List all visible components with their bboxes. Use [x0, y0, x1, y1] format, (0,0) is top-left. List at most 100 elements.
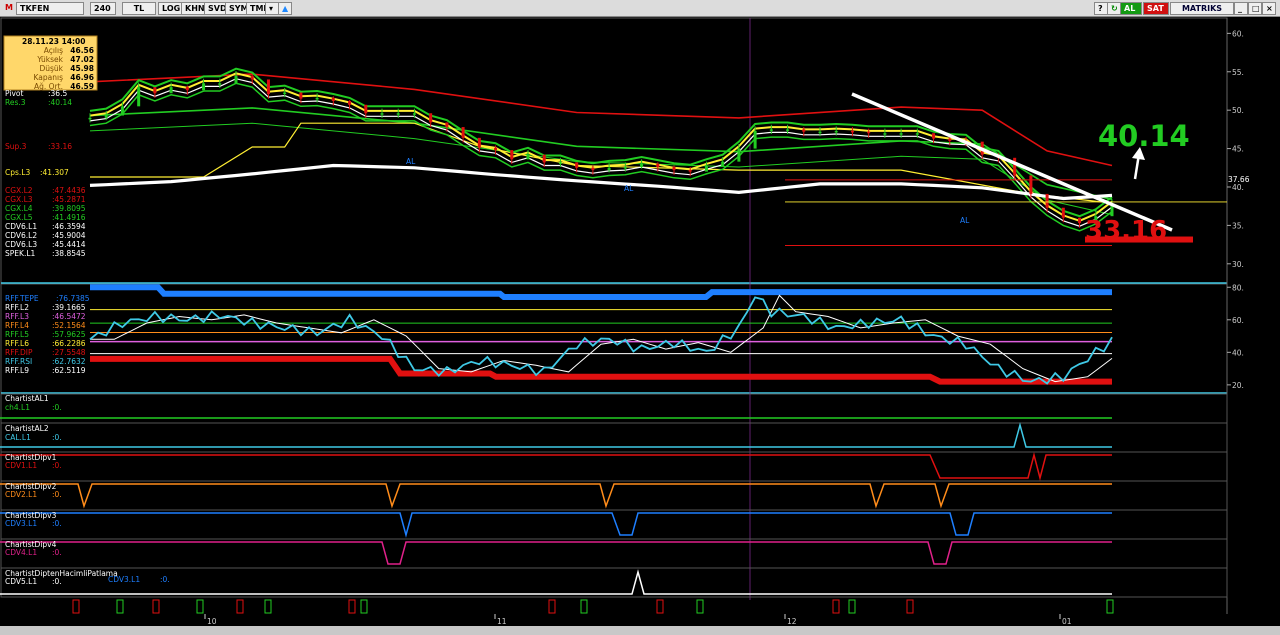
info-date: 28.11.23 14:00 — [22, 37, 86, 46]
candle-body — [315, 97, 319, 100]
rff-l5-value: :57.9625 — [52, 330, 86, 339]
sub7-extra-value: :0. — [160, 575, 170, 584]
rff-l4-label: RFF.L4 — [5, 321, 29, 330]
price-tick-label-5: 35. — [1232, 221, 1244, 230]
candle-body — [266, 79, 270, 95]
candle-body — [915, 133, 919, 135]
rff-legend: RFF.TEPE :76.7385 RFF.L2 :39.1665 RFF.L3… — [5, 294, 90, 375]
candle-body — [120, 106, 124, 116]
app-logo: M — [5, 3, 13, 12]
sub2-line-plot — [0, 422, 1112, 448]
x-tick-label-2: 12 — [787, 617, 797, 626]
candle-body — [494, 147, 498, 151]
rff-rsi-label: RFF.RSI — [5, 357, 32, 366]
rff-layer — [89, 284, 1113, 385]
legend-cdv6l1-value: :46.3594 — [52, 222, 86, 231]
candle-body — [1029, 175, 1033, 194]
x-tick-label-0: 10 — [207, 617, 217, 626]
price-tick-label-6: 30. — [1232, 260, 1244, 269]
sub3-line: CDV1.L1 — [5, 461, 37, 470]
legend-res3-label: Res.3 — [5, 98, 26, 107]
candle-body — [412, 113, 416, 115]
rff-tick-label-0: 80. — [1232, 283, 1244, 292]
minimize-icon[interactable]: _ — [1234, 2, 1248, 15]
candle-body — [477, 137, 481, 148]
buy-button[interactable]: AL — [1120, 2, 1142, 15]
candle-body — [526, 154, 530, 160]
legend-cgx2-value: :47.4436 — [52, 186, 86, 195]
candle-body — [202, 83, 206, 91]
sub5-line-plot — [0, 512, 1112, 538]
rff-tepe-label: RFF.TEPE — [5, 294, 39, 303]
price-tick-label-2: 50. — [1232, 106, 1244, 115]
candle-body — [656, 163, 660, 168]
sub5-value: :0. — [52, 519, 62, 528]
sub3-value: :0. — [52, 461, 62, 470]
legend-cgx3-value: :45.2871 — [52, 195, 86, 204]
legend-pivot-label: Pivot — [5, 89, 23, 98]
candle-body — [1045, 193, 1049, 208]
candle-body — [542, 154, 546, 163]
sell-button[interactable]: SAT — [1143, 2, 1169, 15]
dropdown-icon[interactable]: ▾ — [265, 2, 279, 15]
candle-body — [591, 167, 595, 171]
twitter-icon[interactable]: ▲ — [278, 2, 292, 15]
legend-cgx5-value: :41.4916 — [52, 213, 86, 222]
subpanel-frame-5 — [0, 509, 1228, 540]
help-icon[interactable]: ? — [1094, 2, 1108, 15]
legend-cps-value: :41.307 — [40, 168, 69, 177]
rff-l3-value: :46.5472 — [52, 312, 86, 321]
x-axis: 10 11 12 01 — [204, 614, 1072, 626]
price-tick-label-3: 45. — [1232, 145, 1244, 154]
close-icon[interactable]: × — [1262, 2, 1276, 15]
volume-marker — [696, 599, 704, 614]
info-label-high: Yüksek — [36, 55, 63, 64]
rff-l6-label: RFF.L6 — [5, 339, 29, 348]
legend-cps-label: Cps.L3 — [5, 168, 30, 177]
legend-sup3-value: :33.16 — [48, 142, 72, 151]
rff-l9-value: :62.5119 — [52, 366, 86, 375]
sub1-title: ChartistAL1 — [5, 394, 49, 403]
candle-body — [737, 148, 741, 162]
legend-cdv6l2-label: CDV6.L2 — [5, 231, 37, 240]
period-field[interactable]: 240 — [90, 2, 116, 15]
sub6-line: CDV4.L1 — [5, 548, 37, 557]
target-down-label: 33.16 — [1085, 216, 1167, 246]
rff-rsi-value: :62.7632 — [52, 357, 86, 366]
legend-spek-label: SPEK.L1 — [5, 249, 36, 258]
volume-marker — [72, 599, 80, 614]
rff-l4-value: :52.1564 — [52, 321, 86, 330]
candle-body — [623, 167, 627, 169]
candle-body — [169, 87, 173, 94]
price-panel-frame — [0, 17, 1228, 284]
price-tick-label-4: 40. — [1232, 183, 1244, 192]
candle-body — [185, 87, 189, 91]
candle-body — [137, 87, 141, 107]
rff-l3-label: RFF.L3 — [5, 312, 29, 321]
al-marker-1: AL — [406, 157, 416, 166]
legend-cgx4-label: CGX.L4 — [5, 204, 33, 213]
refresh-icon[interactable]: ↻ — [1107, 2, 1121, 15]
legend-cdv6l1-label: CDV6.L1 — [5, 222, 37, 231]
rff-dip-value: :27.5548 — [52, 348, 86, 357]
candle-body — [932, 133, 936, 139]
currency-button[interactable]: TL — [122, 2, 156, 15]
sub6-value: :0. — [52, 548, 62, 557]
chart-canvas[interactable]: 60.55.50.45.40.35.30. 80.60.40.20. 10 11 1… — [0, 16, 1280, 626]
symbol-field[interactable]: TKFEN — [16, 2, 84, 15]
rff-dip-line — [90, 355, 1112, 385]
candle-body — [640, 163, 644, 168]
candle-body — [364, 104, 368, 114]
scroll-bar[interactable] — [0, 626, 1280, 635]
info-value-open: 46.56 — [70, 46, 94, 55]
fast-channel-lower — [89, 82, 1113, 232]
brand-label: MATRIKS — [1170, 2, 1234, 15]
legend-res3-value: :40.14 — [48, 98, 72, 107]
subpanel-layer — [0, 393, 1228, 614]
sub7-value: :0. — [52, 577, 62, 586]
candle-body — [672, 167, 676, 171]
rff-tick-label-3: 20. — [1232, 381, 1244, 390]
maximize-icon[interactable]: □ — [1248, 2, 1262, 15]
volume-marker — [548, 599, 556, 614]
rff-l9-label: RFF.L9 — [5, 366, 29, 375]
